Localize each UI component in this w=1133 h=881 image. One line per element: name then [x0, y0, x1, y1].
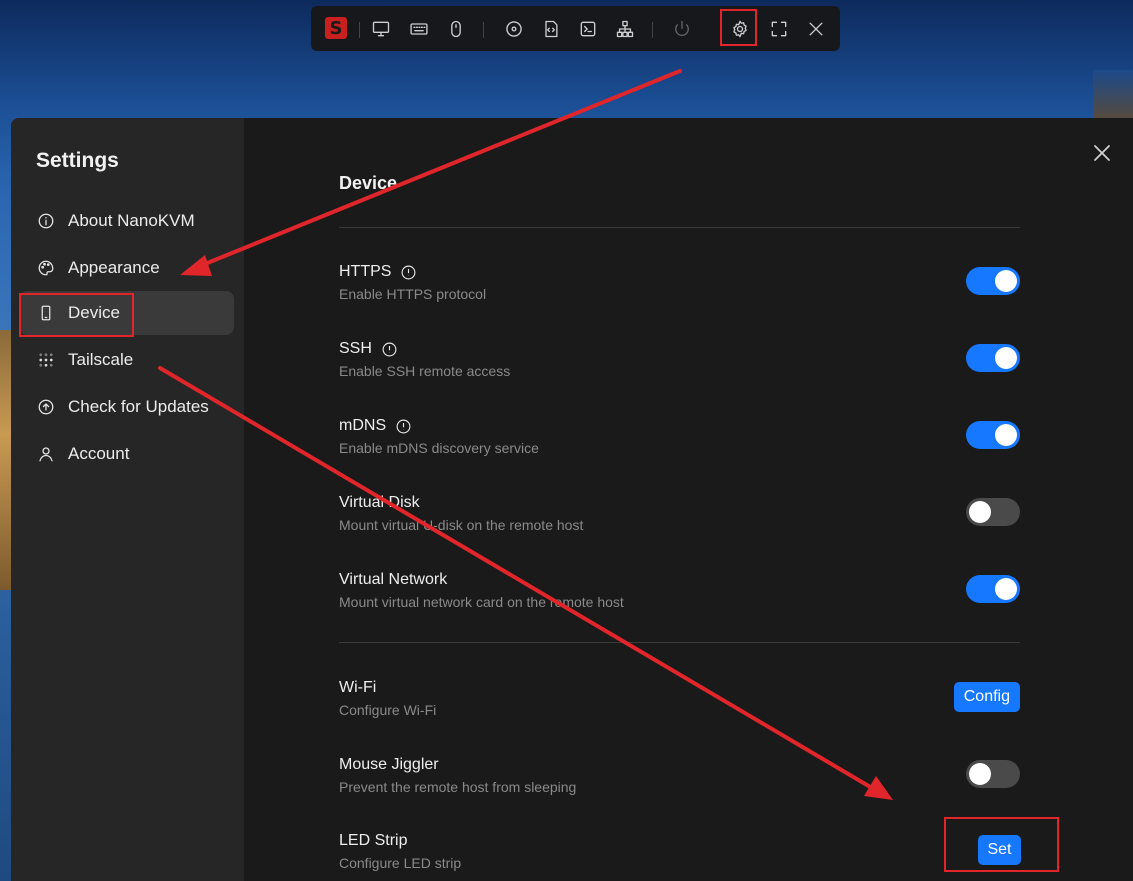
setting-description: Prevent the remote host from sleeping: [339, 779, 577, 795]
toolbar-divider: [652, 22, 653, 38]
setting-description: Mount virtual network card on the remote…: [339, 594, 624, 610]
dialog-close-icon[interactable]: [1093, 144, 1111, 162]
setting-description: Configure Wi-Fi: [339, 702, 437, 718]
sidebar-item-check-updates[interactable]: Check for Updates: [19, 385, 234, 429]
sidebar-item-account[interactable]: Account: [19, 432, 234, 476]
wifi-config-button[interactable]: Config: [953, 682, 1020, 712]
setting-description: Mount virtual U-disk on the remote host: [339, 517, 584, 533]
user-icon: [36, 444, 56, 464]
nanokvm-logo[interactable]: S: [325, 17, 347, 39]
annotation-box-settings: [720, 9, 757, 46]
setting-title: SSH: [339, 340, 372, 357]
power-icon[interactable]: [669, 16, 695, 42]
setting-description: Enable HTTPS protocol: [339, 286, 487, 302]
tailscale-icon: [36, 350, 56, 370]
toggle-knob: [995, 424, 1017, 446]
mouse-icon[interactable]: [443, 16, 469, 42]
annotation-box-device: [19, 293, 134, 337]
settings-content: Device HTTPS Enable HTTPS protocol SSH E…: [244, 118, 1133, 881]
toggle-knob: [995, 347, 1017, 369]
settings-sidebar: Settings About NanoKVM Appearance Device…: [11, 118, 244, 881]
toggle-knob: [995, 578, 1017, 600]
script-icon[interactable]: [538, 16, 564, 42]
section-divider: [339, 227, 1020, 228]
setting-description: Enable mDNS discovery service: [339, 440, 539, 456]
setting-title: Wi-Fi: [339, 679, 377, 696]
setting-title: LED Strip: [339, 832, 408, 849]
virtual-disk-toggle[interactable]: [966, 498, 1020, 526]
upload-circle-icon: [36, 397, 56, 417]
sidebar-item-label: Appearance: [68, 258, 160, 277]
palette-icon: [36, 258, 56, 278]
ssh-toggle[interactable]: [966, 344, 1020, 372]
mdns-toggle[interactable]: [966, 421, 1020, 449]
setting-row-led-strip: LED Strip Configure LED strip Set: [339, 832, 1021, 881]
screen-icon[interactable]: [368, 16, 394, 42]
setting-description: Enable SSH remote access: [339, 363, 511, 379]
kvm-toolbar: S: [311, 6, 840, 51]
setting-row-https: HTTPS Enable HTTPS protocol: [339, 263, 1020, 315]
setting-title: mDNS: [339, 417, 387, 434]
sidebar-item-label: Check for Updates: [68, 397, 209, 416]
toggle-knob: [995, 270, 1017, 292]
info-circle-icon[interactable]: [400, 264, 417, 281]
section-divider: [339, 642, 1020, 643]
sidebar-item-label: About NanoKVM: [68, 211, 195, 230]
info-circle-icon[interactable]: [381, 341, 398, 358]
keyboard-icon[interactable]: [406, 16, 432, 42]
settings-dialog: Settings About NanoKVM Appearance Device…: [11, 118, 1133, 881]
setting-row-ssh: SSH Enable SSH remote access: [339, 340, 1020, 392]
setting-row-virtual-network: Virtual Network Mount virtual network ca…: [339, 571, 1020, 623]
sidebar-item-tailscale[interactable]: Tailscale: [19, 338, 234, 382]
fullscreen-icon[interactable]: [766, 16, 792, 42]
mouse-jiggler-toggle[interactable]: [966, 760, 1020, 788]
setting-title: HTTPS: [339, 263, 392, 280]
section-title: Device: [339, 173, 398, 193]
virtual-network-toggle[interactable]: [966, 575, 1020, 603]
toolbar-divider: [483, 22, 484, 38]
sidebar-item-label: Tailscale: [68, 350, 134, 369]
https-toggle[interactable]: [966, 267, 1020, 295]
setting-description: Configure LED strip: [339, 855, 462, 871]
terminal-icon[interactable]: [575, 16, 601, 42]
info-icon: [36, 211, 56, 231]
sidebar-item-appearance[interactable]: Appearance: [19, 246, 234, 290]
setting-title: Virtual Network: [339, 571, 448, 588]
sidebar-title: Settings: [36, 149, 119, 172]
toggle-knob: [969, 763, 991, 785]
setting-row-virtual-disk: Virtual Disk Mount virtual U-disk on the…: [339, 494, 1020, 546]
sidebar-item-about[interactable]: About NanoKVM: [19, 199, 234, 243]
disc-icon[interactable]: [501, 16, 527, 42]
setting-row-mdns: mDNS Enable mDNS discovery service: [339, 417, 1020, 469]
sidebar-item-label: Account: [68, 444, 130, 463]
close-icon[interactable]: [803, 16, 829, 42]
toggle-knob: [969, 501, 991, 523]
setting-title: Virtual Disk: [339, 494, 420, 511]
network-icon[interactable]: [612, 16, 638, 42]
setting-row-mouse-jiggler: Mouse Jiggler Prevent the remote host fr…: [339, 756, 1020, 808]
info-circle-icon[interactable]: [395, 418, 412, 435]
setting-row-wifi: Wi-Fi Configure Wi-Fi Config: [339, 679, 1020, 731]
toolbar-divider: [359, 22, 360, 38]
annotation-box-led-set: [944, 817, 1059, 872]
setting-title: Mouse Jiggler: [339, 756, 439, 773]
